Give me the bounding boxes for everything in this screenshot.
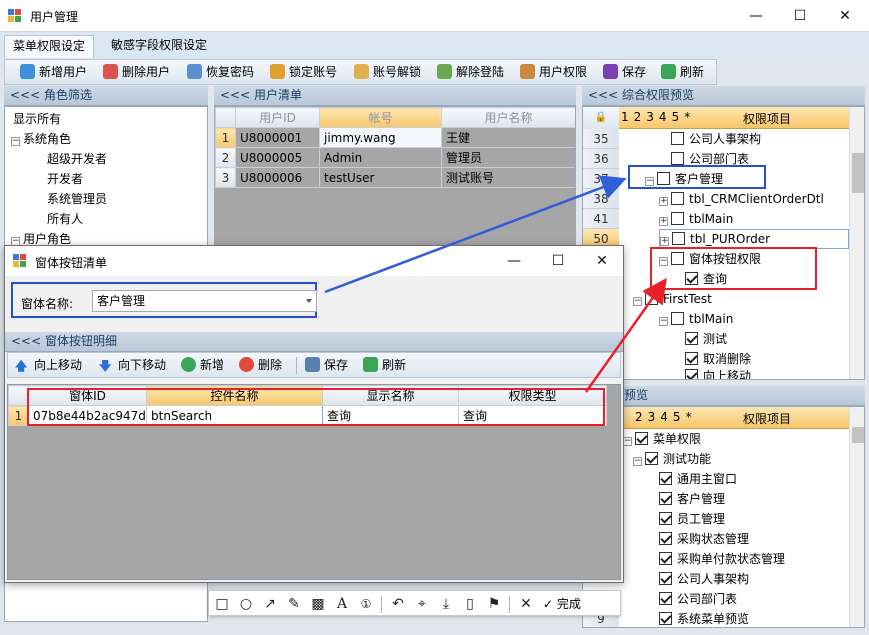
- cancel-icon[interactable]: ✕: [517, 595, 535, 613]
- circle-icon[interactable]: ○: [237, 595, 255, 613]
- pen-icon[interactable]: ✎: [285, 595, 303, 613]
- toolbar-separator: [381, 596, 382, 613]
- number-icon[interactable]: ①: [357, 595, 375, 613]
- annotation-arrows: [324, 175, 667, 393]
- rectangle-icon[interactable]: □: [213, 595, 231, 613]
- toolbar-separator: [509, 596, 510, 613]
- pin-icon[interactable]: ▯: [461, 595, 479, 613]
- crop-icon[interactable]: ⌖: [413, 595, 431, 613]
- bookmark-icon[interactable]: ⚑: [485, 595, 503, 613]
- red-arrow: [584, 277, 667, 393]
- undo-icon[interactable]: ↶: [389, 595, 407, 613]
- download-icon[interactable]: ⤓: [437, 595, 455, 613]
- arrow-icon[interactable]: ↗: [261, 595, 279, 613]
- check-icon: ✓: [543, 597, 554, 611]
- text-icon[interactable]: A: [333, 595, 351, 613]
- blue-arrow: [324, 175, 627, 294]
- annotation-toolbar: □ ○ ↗ ✎ ▩ A ① ↶ ⌖ ⤓ ▯ ⚑ ✕ ✓ 完成: [208, 590, 621, 616]
- mosaic-icon[interactable]: ▩: [309, 595, 327, 613]
- done-button[interactable]: ✓ 完成: [543, 595, 581, 613]
